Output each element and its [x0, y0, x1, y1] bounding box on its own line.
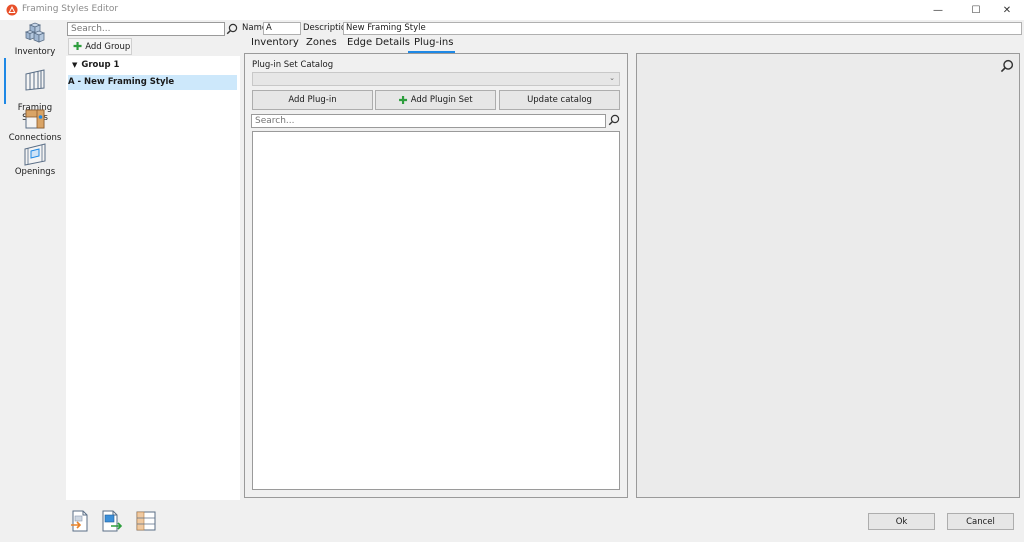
minimize-button[interactable]: —	[921, 0, 955, 20]
nav-item-inventory[interactable]: Inventory	[6, 22, 64, 57]
tab-plug-ins[interactable]: Plug-ins	[414, 37, 453, 48]
update-catalog-button[interactable]: Update catalog	[499, 90, 620, 110]
add-plugin-label: Add Plug-in	[288, 95, 337, 105]
export-icon[interactable]	[69, 510, 91, 532]
maximize-icon: ☐	[971, 4, 981, 16]
title-bar: Framing Styles Editor — ☐ ✕	[0, 0, 1024, 20]
plus-icon: ✚	[398, 93, 408, 107]
window-title: Framing Styles Editor	[22, 4, 119, 14]
close-button[interactable]: ✕	[990, 0, 1024, 20]
search-icon[interactable]	[608, 114, 620, 126]
collapse-arrow-icon[interactable]: ▼	[72, 61, 77, 69]
tree-group-header[interactable]: ▼ Group 1	[72, 60, 119, 70]
groups-search-input[interactable]	[67, 22, 225, 36]
maximize-button[interactable]: ☐	[959, 0, 993, 20]
name-input[interactable]: A	[263, 22, 301, 35]
connections-icon	[25, 109, 45, 129]
plus-icon: ✚	[73, 40, 83, 53]
add-plugin-set-button[interactable]: ✚ Add Plugin Set	[375, 90, 496, 110]
search-icon[interactable]	[226, 23, 238, 35]
description-input[interactable]: New Framing Style	[343, 22, 1022, 35]
app-logo-icon	[6, 4, 18, 16]
add-group-label: Add Group	[85, 41, 131, 52]
tree-item-selected[interactable]: A - New Framing Style	[68, 75, 237, 90]
list-view-icon[interactable]	[135, 510, 157, 532]
cancel-label: Cancel	[966, 516, 995, 527]
import-icon[interactable]	[101, 510, 123, 532]
nav-item-label: Inventory	[14, 47, 56, 57]
inventory-icon	[24, 22, 46, 43]
minimize-icon: —	[933, 4, 943, 16]
tab-inventory[interactable]: Inventory	[251, 37, 299, 48]
cancel-button[interactable]: Cancel	[947, 513, 1014, 530]
tree-item-label: A - New Framing Style	[68, 77, 175, 87]
tab-zones[interactable]: Zones	[306, 37, 337, 48]
tab-edge-details[interactable]: Edge Details	[347, 37, 410, 48]
add-plugin-set-label: Add Plugin Set	[410, 95, 473, 105]
nav-item-openings[interactable]: Openings	[6, 142, 64, 177]
plugins-search-input[interactable]	[251, 114, 606, 128]
group-name: Group 1	[81, 60, 120, 70]
preview-panel	[636, 53, 1020, 498]
nav-item-label: Openings	[14, 167, 56, 177]
ok-button[interactable]: Ok	[868, 513, 935, 530]
framing-styles-icon	[25, 69, 45, 91]
ok-label: Ok	[895, 516, 908, 527]
plugin-list[interactable]	[252, 131, 620, 490]
nav-item-connections[interactable]: Connections	[6, 108, 64, 143]
openings-icon	[24, 143, 46, 166]
add-plugin-button[interactable]: Add Plug-in	[252, 90, 373, 110]
close-icon: ✕	[1002, 4, 1012, 16]
catalog-select[interactable]: ⌄	[252, 72, 620, 86]
left-nav: Inventory Framing Styles Connections Ope…	[0, 20, 66, 500]
catalog-label: Plug-in Set Catalog	[252, 60, 334, 70]
update-catalog-label: Update catalog	[527, 95, 592, 105]
zoom-icon[interactable]	[1000, 59, 1014, 73]
framing-style-tree: ▼ Group 1 A - New Framing Style	[66, 56, 240, 500]
add-group-button[interactable]: ✚ Add Group	[68, 38, 132, 55]
chevron-down-icon: ⌄	[609, 74, 615, 82]
